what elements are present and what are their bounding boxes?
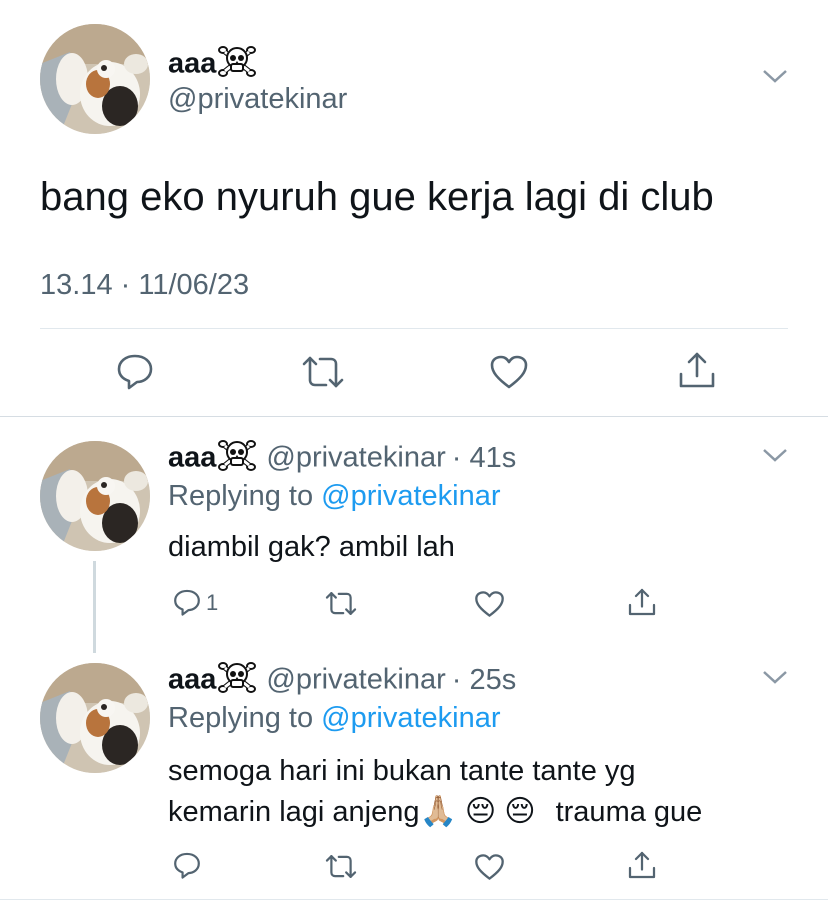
reply-count: 1: [206, 590, 219, 615]
avatar[interactable]: [40, 663, 150, 773]
chevron-down-icon[interactable]: [762, 669, 788, 685]
handle[interactable]: @privatekinar: [168, 82, 347, 116]
reply-text: diambil gak? ambil lah: [168, 531, 455, 563]
replying-to-handle[interactable]: @privatekinar: [321, 480, 500, 512]
pensive-face-emoji: 😔: [504, 795, 536, 828]
cat-photo: [40, 24, 150, 134]
time[interactable]: · 41s: [452, 442, 516, 474]
timestamp[interactable]: 13.14 · 11/06/23: [40, 268, 249, 302]
share-icon[interactable]: [677, 350, 717, 390]
folded-hands-emoji: 🙏🏼: [419, 795, 457, 828]
display-name[interactable]: aaa: [168, 48, 216, 80]
bottom-divider: [0, 899, 828, 900]
divider: [40, 328, 788, 329]
pensive-face-emoji: 😔: [464, 795, 497, 828]
like-icon[interactable]: [474, 853, 505, 881]
retweet-icon[interactable]: [300, 354, 346, 390]
retweet-icon[interactable]: [324, 590, 358, 617]
reply-icon[interactable]: [172, 588, 202, 616]
like-icon[interactable]: [489, 354, 529, 390]
cat-photo: [40, 663, 150, 773]
reply-icon[interactable]: [115, 352, 155, 390]
reply-text-line-2: kemarin lagi anjeng: [168, 796, 420, 828]
retweet-icon[interactable]: [324, 853, 358, 880]
tweet-text: bang eko nyuruh gue kerja lagi di club: [40, 175, 714, 219]
avatar[interactable]: [40, 24, 150, 134]
handle[interactable]: @privatekinar: [266, 664, 445, 696]
cat-photo: [40, 441, 150, 551]
like-icon[interactable]: [474, 590, 505, 618]
replying-to-label: Replying to: [168, 702, 314, 734]
skull-crossbones-icon: [218, 44, 257, 86]
replying-to-handle[interactable]: @privatekinar: [321, 702, 500, 734]
display-name[interactable]: aaa: [168, 664, 216, 696]
section-divider: [0, 416, 828, 417]
avatar[interactable]: [40, 441, 150, 551]
reply-text-line-3: trauma gue: [555, 796, 703, 828]
replying-to-label: Replying to: [168, 480, 314, 512]
skull-crossbones-icon: [218, 438, 257, 480]
reply-icon[interactable]: [172, 851, 202, 879]
thread-line: [93, 561, 96, 653]
chevron-down-icon[interactable]: [762, 447, 788, 463]
share-icon[interactable]: [627, 850, 657, 880]
handle[interactable]: @privatekinar: [266, 442, 445, 474]
reply-text-line-1: semoga hari ini bukan tante tante yg: [168, 755, 636, 787]
share-icon[interactable]: [627, 587, 657, 617]
skull-crossbones-icon: [218, 660, 257, 702]
chevron-down-icon[interactable]: [762, 68, 788, 84]
time[interactable]: · 25s: [452, 664, 516, 696]
display-name[interactable]: aaa: [168, 442, 216, 474]
